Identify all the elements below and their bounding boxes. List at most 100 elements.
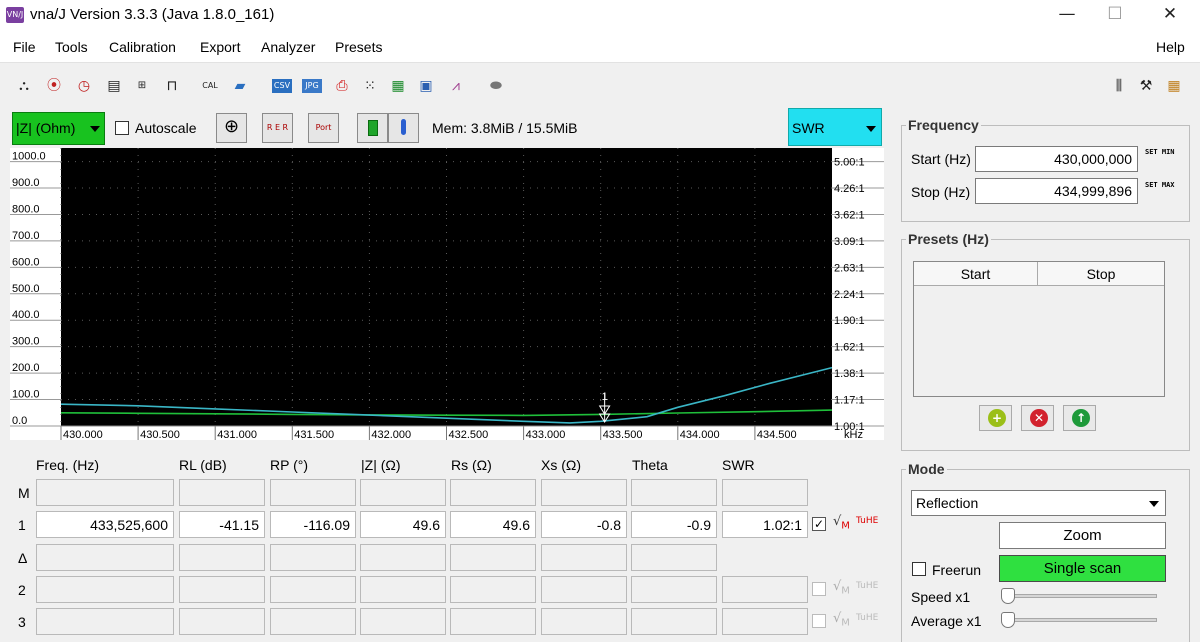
autoscale-label: Autoscale xyxy=(135,120,197,136)
marker-m-freq xyxy=(36,479,174,506)
add-preset-button[interactable]: + xyxy=(979,405,1012,431)
marker-delta-freq xyxy=(36,544,174,571)
tools-pin-icon[interactable]: ⫼ xyxy=(1109,76,1129,96)
marker-1-tune-icon[interactable]: TuHE xyxy=(856,516,878,526)
presets-col-start[interactable]: Start xyxy=(914,262,1038,286)
open-folder-icon[interactable]: ▰ xyxy=(230,76,250,96)
analyzer-icon[interactable]: ⛬ xyxy=(14,76,34,96)
maximize-button[interactable]: ☐ xyxy=(1092,0,1138,31)
presets-table[interactable]: Start Stop xyxy=(913,261,1165,397)
chart-export-icon[interactable]: ⩘ xyxy=(446,76,466,96)
right-scale-value: SWR xyxy=(792,120,825,136)
marker-2-math-icon[interactable]: √M xyxy=(833,579,850,597)
marker-2-tune-icon[interactable]: TuHE xyxy=(856,581,878,591)
print-icon[interactable]: ▣ xyxy=(416,76,436,96)
zoom-button[interactable]: Zoom xyxy=(999,522,1166,549)
pdf-export-icon[interactable]: ⎙ xyxy=(332,76,352,96)
arrow-up-icon: ↑ xyxy=(1072,409,1090,427)
marker-2-freq xyxy=(36,576,174,603)
grid-settings-icon[interactable]: ▦ xyxy=(1164,76,1184,96)
header-xs: Xs (Ω) xyxy=(541,457,582,473)
close-button[interactable]: ✕ xyxy=(1147,0,1193,31)
marker-m-theta xyxy=(631,479,717,506)
marker-3-swr xyxy=(722,608,808,635)
menu-export[interactable]: Export xyxy=(200,39,240,55)
menu-calibration[interactable]: Calibration xyxy=(109,39,176,55)
marker-1-math-icon[interactable]: √M xyxy=(833,514,850,532)
marker-1-checkbox[interactable]: ✓ xyxy=(812,517,826,531)
left-tick-label: 400.0 xyxy=(12,309,40,321)
marker-1-rl: -41.15 xyxy=(179,511,265,538)
scatter-export-icon[interactable]: ⁙ xyxy=(360,76,380,96)
x-tick-label: 433.500 xyxy=(603,429,643,440)
left-tick-label: 300.0 xyxy=(12,336,40,348)
eraser-icon[interactable]: ⬬ xyxy=(486,76,506,96)
mode-select[interactable]: Reflection xyxy=(911,490,1166,516)
menu-help[interactable]: Help xyxy=(1156,39,1185,55)
start-frequency-input[interactable]: 430,000,000 xyxy=(975,146,1138,172)
cal-table-icon[interactable]: ⊞ xyxy=(132,76,152,96)
marker-1-rs: 49.6 xyxy=(450,511,536,538)
left-tick-label: 100.0 xyxy=(12,389,40,401)
marker-delta-rs xyxy=(450,544,536,571)
probe-icon[interactable]: ⊓ xyxy=(162,76,182,96)
left-tick-label: 0.0 xyxy=(12,415,27,427)
menu-presets[interactable]: Presets xyxy=(335,39,382,55)
header-rp: RP (°) xyxy=(270,457,309,473)
reference-button[interactable]: R E R xyxy=(262,113,293,143)
presets-col-stop[interactable]: Stop xyxy=(1038,262,1164,286)
wrench-icon[interactable]: ⚒ xyxy=(1136,76,1156,96)
left-scale-select[interactable]: |Z| (Ohm) xyxy=(12,112,105,145)
battery-button[interactable] xyxy=(357,113,388,143)
smith-chart-button[interactable]: ⊕ xyxy=(216,113,247,143)
freerun-checkbox[interactable] xyxy=(912,562,926,576)
csv-export-icon[interactable]: CSV xyxy=(272,79,292,93)
delete-preset-button[interactable]: ✕ xyxy=(1021,405,1054,431)
memory-status: Mem: 3.8MiB / 15.5MiB xyxy=(432,120,578,136)
menu-file[interactable]: File xyxy=(13,39,36,55)
speed-slider[interactable] xyxy=(1003,594,1157,598)
clock-icon[interactable]: ◷ xyxy=(74,76,94,96)
calibration-file-icon[interactable]: ▤ xyxy=(104,76,124,96)
left-tick-label: 200.0 xyxy=(12,362,40,374)
marker-delta-z xyxy=(360,544,446,571)
marker-1-freq: 433,525,600 xyxy=(36,511,174,538)
excel-export-icon[interactable]: ▦ xyxy=(388,76,408,96)
autoscale-checkbox[interactable] xyxy=(115,121,129,135)
right-tick-label: 5.00:1 xyxy=(834,157,865,169)
marker-2-rp xyxy=(270,576,356,603)
cal-icon[interactable]: CAL xyxy=(200,76,220,96)
right-scale-select[interactable]: SWR xyxy=(788,108,882,146)
diagram-toolbar: |Z| (Ohm) Autoscale ⊕ R E R Port Ext. Me… xyxy=(10,108,883,160)
menu-bar: File Tools Calibration Export Analyzer P… xyxy=(0,31,1200,63)
marker-2-checkbox[interactable] xyxy=(812,582,826,596)
marker-3-math-icon[interactable]: √M xyxy=(833,611,850,629)
right-tick-label: 1.17:1 xyxy=(834,395,865,407)
set-max-button[interactable]: SET MAX xyxy=(1145,181,1175,189)
load-preset-button[interactable]: ↑ xyxy=(1063,405,1096,431)
plot-area xyxy=(61,148,832,426)
x-tick-label: 432.000 xyxy=(371,429,411,440)
marker-delta-theta xyxy=(631,544,717,571)
single-scan-button[interactable]: Single scan xyxy=(999,555,1166,582)
thermometer-button[interactable] xyxy=(388,113,419,143)
chevron-down-icon xyxy=(90,126,100,132)
average-slider[interactable] xyxy=(1003,618,1157,622)
speed-slider-handle[interactable] xyxy=(1001,588,1015,604)
x-axis-unit: kHz xyxy=(844,429,863,440)
marker-3-tune-icon[interactable]: TuHE xyxy=(856,613,878,623)
antenna-icon[interactable]: ⦿ xyxy=(44,76,64,96)
set-min-button[interactable]: SET MIN xyxy=(1145,148,1175,156)
marker-3-checkbox[interactable] xyxy=(812,614,826,628)
header-z: |Z| (Ω) xyxy=(361,457,401,473)
menu-tools[interactable]: Tools xyxy=(55,39,88,55)
stop-frequency-input[interactable]: 434,999,896 xyxy=(975,178,1138,204)
menu-analyzer[interactable]: Analyzer xyxy=(261,39,315,55)
x-tick-label: 431.500 xyxy=(294,429,334,440)
port-extension-button[interactable]: Port Ext. xyxy=(308,113,339,160)
marker-m-swr xyxy=(722,479,808,506)
average-slider-handle[interactable] xyxy=(1001,612,1015,628)
marker-delta-rp xyxy=(270,544,356,571)
image-export-icon[interactable]: JPG xyxy=(302,79,322,93)
minimize-button[interactable]: — xyxy=(1044,0,1090,31)
